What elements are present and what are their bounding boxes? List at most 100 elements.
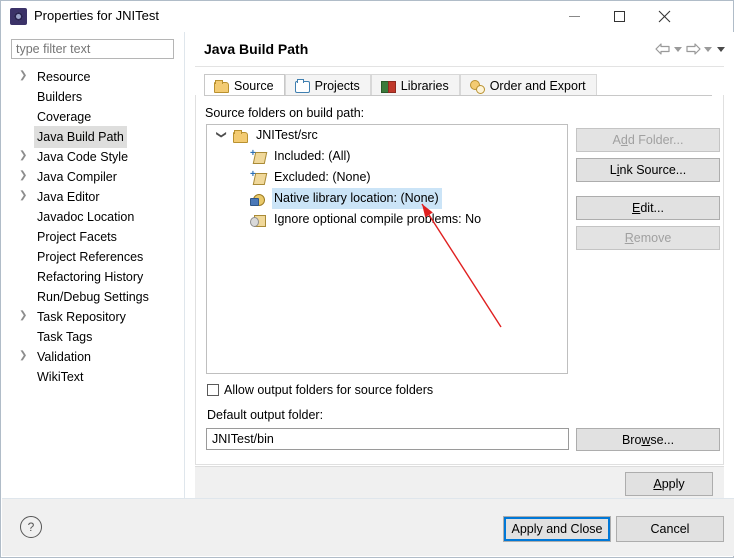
tree-row[interactable]: Excluded: (None) [207, 167, 567, 188]
chevron-right-icon[interactable]: ❯ [19, 146, 29, 166]
tree-row-label: Excluded: (None) [274, 170, 371, 184]
properties-dialog: Properties for JNITest ❯ Resource Builders… [0, 0, 734, 558]
sidebar-item-coverage[interactable]: Coverage [2, 106, 184, 126]
sidebar-item-label: Project References [37, 250, 144, 264]
sidebar-item-label: Java Build Path [34, 126, 127, 148]
chevron-right-icon[interactable]: ❯ [19, 66, 29, 86]
apply-button[interactable]: Apply [625, 472, 713, 496]
build-path-tabs: Source Projects Libraries Order and Export [204, 73, 597, 96]
sidebar-item-java-code-style[interactable]: ❯ Java Code Style [2, 146, 184, 166]
filter-input[interactable] [11, 39, 174, 59]
source-folder-icon [213, 78, 229, 93]
chevron-right-icon[interactable]: ❯ [19, 186, 29, 206]
sidebar-item-javadoc-location[interactable]: Javadoc Location [2, 206, 184, 226]
tab-source[interactable]: Source [204, 74, 285, 96]
tab-libraries[interactable]: Libraries [370, 74, 460, 96]
sidebar-item-label: Run/Debug Settings [37, 290, 149, 304]
back-arrow-icon[interactable] [655, 42, 671, 56]
chevron-right-icon[interactable]: ❯ [19, 306, 29, 326]
view-menu-caret-icon[interactable] [715, 42, 726, 56]
browse-button[interactable]: Browse... [576, 428, 720, 451]
sidebar-item-label: Java Editor [37, 190, 100, 204]
chevron-right-icon[interactable]: ❯ [19, 346, 29, 366]
sidebar-item-wikitext[interactable]: WikiText [2, 366, 184, 386]
sidebar-item-java-compiler[interactable]: ❯ Java Compiler [2, 166, 184, 186]
forward-dropdown-caret-icon[interactable] [702, 42, 713, 56]
sidebar-item-label: Task Tags [37, 330, 93, 344]
eclipse-properties-icon [10, 8, 27, 25]
tab-label: Order and Export [489, 78, 586, 93]
remove-button[interactable]: Remove [576, 226, 720, 250]
source-folder-icon [232, 128, 248, 144]
excluded-filter-icon [250, 169, 266, 186]
tree-row[interactable]: Ignore optional compile problems: No [207, 209, 567, 230]
page-title: Java Build Path [204, 41, 309, 57]
sidebar-item-java-editor[interactable]: ❯ Java Editor [2, 186, 184, 206]
project-icon [294, 78, 310, 93]
tab-label: Projects [314, 78, 360, 93]
minimize-button[interactable] [552, 1, 597, 32]
sidebar-item-task-repository[interactable]: ❯ Task Repository [2, 306, 184, 326]
help-icon[interactable]: ? [20, 516, 42, 538]
maximize-button[interactable] [597, 1, 642, 32]
tree-row-label: Included: (All) [274, 149, 351, 163]
tab-label: Source [234, 78, 274, 93]
allow-output-folders-label: Allow output folders for source folders [224, 383, 434, 397]
link-source-button[interactable]: Link Source... [576, 158, 720, 182]
tab-projects[interactable]: Projects [284, 74, 371, 96]
sidebar-item-label: Java Compiler [37, 170, 117, 184]
native-library-icon [250, 191, 266, 207]
tree-row-label: Native library location: (None) [272, 188, 442, 209]
maximize-icon [614, 11, 625, 22]
chevron-down-icon[interactable]: ❯ [211, 131, 232, 141]
title-bar: Properties for JNITest [1, 1, 733, 32]
settings-nav-tree: ❯ Resource Builders Coverage Java Build Path… [2, 66, 184, 386]
default-output-folder-input[interactable] [206, 428, 569, 450]
source-folders-label: Source folders on build path: [205, 106, 365, 120]
default-output-folder-label: Default output folder: [207, 408, 324, 422]
apply-strip: Apply [195, 466, 724, 500]
allow-output-folders-row[interactable]: Allow output folders for source folders [207, 383, 433, 397]
library-books-icon [380, 78, 396, 93]
tree-row[interactable]: Included: (All) [207, 146, 567, 167]
back-dropdown-caret-icon[interactable] [672, 42, 683, 56]
cancel-button[interactable]: Cancel [616, 516, 724, 542]
tab-label: Libraries [400, 78, 449, 93]
sidebar-item-label: Task Repository [37, 310, 126, 324]
included-filter-icon [250, 148, 266, 165]
add-folder-button[interactable]: Add Folder... [576, 128, 720, 152]
edit-button[interactable]: Edit... [576, 196, 720, 220]
sidebar-item-label: WikiText [37, 370, 84, 384]
forward-arrow-icon[interactable] [685, 42, 701, 56]
order-export-icon [469, 78, 485, 94]
sidebar-item-validation[interactable]: ❯ Validation [2, 346, 184, 366]
tabs-underline [204, 95, 712, 96]
sidebar-item-refactoring-history[interactable]: Refactoring History [2, 266, 184, 286]
tree-row[interactable]: Native library location: (None) [207, 188, 567, 209]
sidebar-item-resource[interactable]: ❯ Resource [2, 66, 184, 86]
sidebar-item-label: Validation [37, 350, 91, 364]
chevron-right-icon[interactable]: ❯ [19, 166, 29, 186]
minimize-icon [569, 16, 580, 17]
sidebar-item-project-facets[interactable]: Project Facets [2, 226, 184, 246]
tree-row-label: JNITest/src [256, 128, 318, 142]
close-button[interactable] [642, 1, 687, 32]
sidebar-item-java-build-path[interactable]: Java Build Path [2, 126, 184, 148]
allow-output-folders-checkbox[interactable] [207, 384, 219, 396]
tree-row[interactable]: ❯ JNITest/src [207, 125, 567, 146]
main-panel: Java Build Path Source Projects Libraries O… [185, 32, 734, 500]
sidebar-item-label: Coverage [37, 110, 92, 124]
ignore-problems-icon [250, 212, 266, 228]
sidebar-item-run-debug-settings[interactable]: Run/Debug Settings [2, 286, 184, 306]
settings-sidebar: ❯ Resource Builders Coverage Java Build Path… [2, 32, 185, 498]
sidebar-item-label: Resource [37, 70, 91, 84]
sidebar-item-task-tags[interactable]: Task Tags [2, 326, 184, 346]
source-folders-tree[interactable]: ❯ JNITest/src Included: (All) Excluded: (No… [206, 124, 568, 374]
tree-row-label: Ignore optional compile problems: No [274, 212, 482, 226]
apply-and-close-button[interactable]: Apply and Close [503, 516, 611, 542]
title-separator [195, 66, 724, 67]
sidebar-item-builders[interactable]: Builders [2, 86, 184, 106]
sidebar-item-project-references[interactable]: Project References [2, 246, 184, 266]
window-title: Properties for JNITest [34, 8, 159, 23]
tab-order-and-export[interactable]: Order and Export [459, 74, 597, 96]
